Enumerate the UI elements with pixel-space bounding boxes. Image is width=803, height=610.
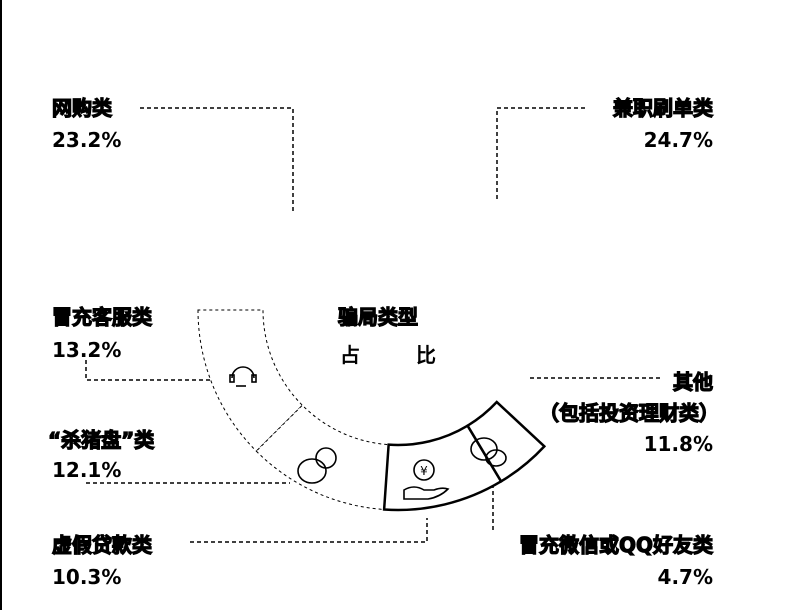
label-part-time: 兼职刷单类 <box>612 95 713 120</box>
label-online-shopping: 网购类 <box>51 95 112 120</box>
chart-title: 骗局类型 <box>337 304 418 329</box>
leader-line-loan <box>190 518 428 543</box>
label-customer-service: 冒充客服类 <box>51 304 152 329</box>
value-pig-butchering: 12.1% <box>52 458 122 482</box>
label-loan: 虚假贷款类 <box>51 532 152 557</box>
value-other: 11.8% <box>643 432 713 456</box>
svg-text:¥: ¥ <box>420 464 428 478</box>
subtitle-char-1: 占 <box>340 343 360 367</box>
value-customer-service: 13.2% <box>52 338 122 362</box>
subtitle-char-2: 比 <box>416 343 436 367</box>
value-online-shopping: 23.2% <box>52 128 122 152</box>
label-other-note: （包括投资理财类） <box>538 400 719 425</box>
value-part-time: 24.7% <box>643 128 713 152</box>
value-wechat: 4.7% <box>657 565 713 589</box>
value-loan: 10.3% <box>52 565 122 589</box>
leader-line-online-shopping <box>140 107 294 212</box>
label-wechat: 冒充微信或QQ好友类 <box>518 532 713 557</box>
leader-line-part-time <box>496 107 585 200</box>
label-pig-butchering: “杀猪盘”类 <box>47 427 155 452</box>
label-other: 其他 <box>672 369 713 394</box>
